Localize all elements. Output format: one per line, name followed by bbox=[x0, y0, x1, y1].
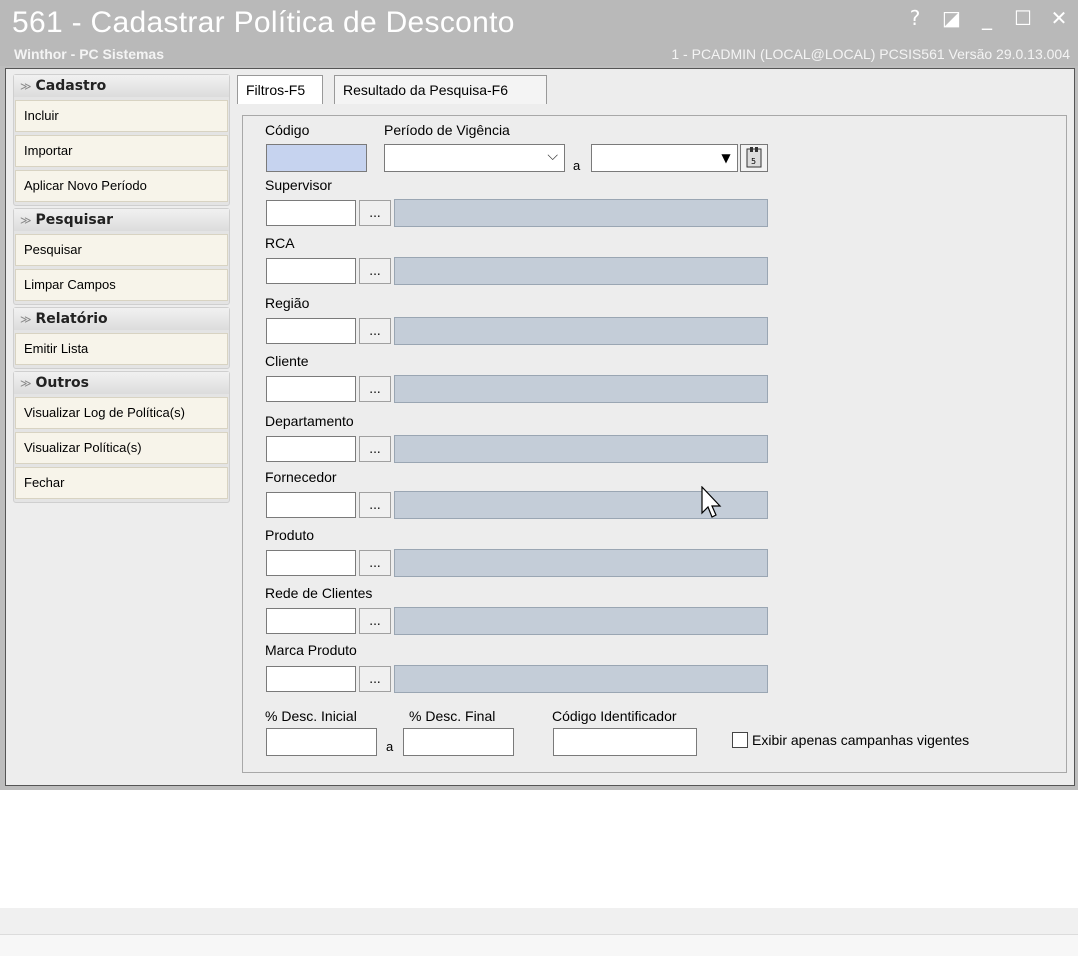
sidebar-group-relatorio: ≫ Relatório Emitir Lista bbox=[13, 307, 230, 369]
rca-field[interactable] bbox=[266, 258, 356, 284]
status-bar bbox=[0, 908, 1078, 935]
regiao-field[interactable] bbox=[266, 318, 356, 344]
application-window: 561 - Cadastrar Política de Desconto Win… bbox=[0, 0, 1078, 790]
svg-text:5: 5 bbox=[751, 157, 756, 166]
chevron-icon: ≫ bbox=[20, 377, 32, 390]
rca-lookup-button[interactable]: ... bbox=[359, 258, 391, 284]
aplicar-novo-periodo-button[interactable]: Aplicar Novo Período bbox=[15, 170, 228, 202]
produto-field[interactable] bbox=[266, 550, 356, 576]
desc-final-field[interactable] bbox=[403, 728, 514, 756]
group-header[interactable]: ≫ Outros bbox=[14, 372, 229, 394]
visualizar-politicas-button[interactable]: Visualizar Política(s) bbox=[15, 432, 228, 464]
desc-final-label: % Desc. Final bbox=[409, 708, 496, 724]
regiao-description bbox=[394, 317, 768, 345]
chevron-icon: ≫ bbox=[20, 313, 32, 326]
chevron-down-icon: ⌵ bbox=[547, 148, 558, 164]
regiao-lookup-button[interactable]: ... bbox=[359, 318, 391, 344]
periodo-label: Período de Vigência bbox=[384, 122, 510, 138]
sidebar-group-outros: ≫ Outros Visualizar Log de Política(s) Vi… bbox=[13, 371, 230, 503]
fornecedor-field[interactable] bbox=[266, 492, 356, 518]
vigentes-checkbox[interactable] bbox=[732, 732, 748, 748]
supervisor-lookup-button[interactable]: ... bbox=[359, 200, 391, 226]
group-title: Outros bbox=[35, 375, 89, 391]
rede-clientes-lookup-button[interactable]: ... bbox=[359, 608, 391, 634]
chevron-icon: ≫ bbox=[20, 80, 32, 93]
codigo-identificador-label: Código Identificador bbox=[552, 708, 677, 724]
group-title: Pesquisar bbox=[35, 212, 114, 228]
pesquisar-button[interactable]: Pesquisar bbox=[15, 234, 228, 266]
limpar-campos-button[interactable]: Limpar Campos bbox=[15, 269, 228, 301]
rede-clientes-field[interactable] bbox=[266, 608, 356, 634]
chevron-icon: ≫ bbox=[20, 214, 32, 227]
produto-lookup-button[interactable]: ... bbox=[359, 550, 391, 576]
sidebar-group-cadastro: ≫ Cadastro Incluir Importar Aplicar Novo … bbox=[13, 74, 230, 206]
departamento-field[interactable] bbox=[266, 436, 356, 462]
rca-description bbox=[394, 257, 768, 285]
departamento-description bbox=[394, 435, 768, 463]
periodo-fim-combo[interactable]: ▼ bbox=[591, 144, 738, 172]
fechar-button[interactable]: Fechar bbox=[15, 467, 228, 499]
codigo-identificador-field[interactable] bbox=[553, 728, 697, 756]
cliente-lookup-button[interactable]: ... bbox=[359, 376, 391, 402]
group-title: Cadastro bbox=[35, 78, 107, 94]
window-title: 561 - Cadastrar Política de Desconto bbox=[12, 6, 515, 39]
visualizar-log-button[interactable]: Visualizar Log de Política(s) bbox=[15, 397, 228, 429]
incluir-button[interactable]: Incluir bbox=[15, 100, 228, 132]
periodo-inicio-combo[interactable]: ⌵ bbox=[384, 144, 565, 172]
departamento-lookup-button[interactable]: ... bbox=[359, 436, 391, 462]
help-icon[interactable]: ? bbox=[906, 6, 924, 30]
dropdown-arrow-icon: ▼ bbox=[721, 151, 731, 165]
fornecedor-lookup-button[interactable]: ... bbox=[359, 492, 391, 518]
marca-produto-description bbox=[394, 665, 768, 693]
maximize-icon[interactable]: ☐ bbox=[1014, 6, 1032, 30]
importar-button[interactable]: Importar bbox=[15, 135, 228, 167]
calendar-button[interactable]: 5 bbox=[740, 144, 768, 172]
mouse-cursor-icon bbox=[701, 486, 722, 518]
supervisor-label: Supervisor bbox=[265, 177, 332, 193]
desc-separator: a bbox=[386, 739, 394, 754]
emitir-lista-button[interactable]: Emitir Lista bbox=[15, 333, 228, 365]
rede-clientes-label: Rede de Clientes bbox=[265, 585, 373, 601]
group-header[interactable]: ≫ Cadastro bbox=[14, 75, 229, 97]
desc-inicial-field[interactable] bbox=[266, 728, 377, 756]
group-header[interactable]: ≫ Pesquisar bbox=[14, 209, 229, 231]
tab-filtros[interactable]: Filtros-F5 bbox=[237, 75, 323, 104]
marca-produto-label: Marca Produto bbox=[265, 642, 357, 658]
minimize-icon[interactable]: _ bbox=[978, 6, 996, 30]
tab-resultado[interactable]: Resultado da Pesquisa-F6 bbox=[334, 75, 547, 104]
supervisor-description bbox=[394, 199, 768, 227]
supervisor-field[interactable] bbox=[266, 200, 356, 226]
sidebar-group-pesquisar: ≫ Pesquisar Pesquisar Limpar Campos bbox=[13, 208, 230, 305]
departamento-label: Departamento bbox=[265, 413, 354, 429]
rca-label: RCA bbox=[265, 235, 295, 251]
produto-label: Produto bbox=[265, 527, 315, 543]
cliente-field[interactable] bbox=[266, 376, 356, 402]
regiao-label: Região bbox=[265, 295, 310, 311]
fornecedor-label: Fornecedor bbox=[265, 469, 337, 485]
sidebar: ≫ Cadastro Incluir Importar Aplicar Novo … bbox=[13, 74, 230, 505]
close-icon[interactable]: ✕ bbox=[1050, 6, 1068, 30]
codigo-label: Código bbox=[265, 122, 310, 138]
window-controls: ? ◪ _ ☐ ✕ bbox=[906, 6, 1068, 30]
codigo-field[interactable] bbox=[266, 144, 367, 172]
user-info: 1 - PCADMIN (LOCAL@LOCAL) PCSIS561 Versã… bbox=[671, 46, 1070, 62]
cliente-description bbox=[394, 375, 768, 403]
rede-clientes-description bbox=[394, 607, 768, 635]
produto-description bbox=[394, 549, 768, 577]
calendar-icon: 5 bbox=[746, 147, 762, 168]
vigentes-label: Exibir apenas campanhas vigentes bbox=[752, 732, 970, 748]
group-header[interactable]: ≫ Relatório bbox=[14, 308, 229, 330]
client-area: ≫ Cadastro Incluir Importar Aplicar Novo … bbox=[5, 68, 1075, 786]
cliente-label: Cliente bbox=[265, 353, 309, 369]
marca-produto-field[interactable] bbox=[266, 666, 356, 692]
title-bar: 561 - Cadastrar Política de Desconto Win… bbox=[0, 0, 1078, 66]
bottom-strip bbox=[0, 935, 1078, 956]
desc-inicial-label: % Desc. Inicial bbox=[265, 708, 357, 724]
group-title: Relatório bbox=[35, 311, 108, 327]
periodo-separator: a bbox=[573, 158, 581, 173]
window-subtitle: Winthor - PC Sistemas bbox=[14, 46, 165, 62]
restore-icon[interactable]: ◪ bbox=[942, 6, 961, 30]
marca-produto-lookup-button[interactable]: ... bbox=[359, 666, 391, 692]
